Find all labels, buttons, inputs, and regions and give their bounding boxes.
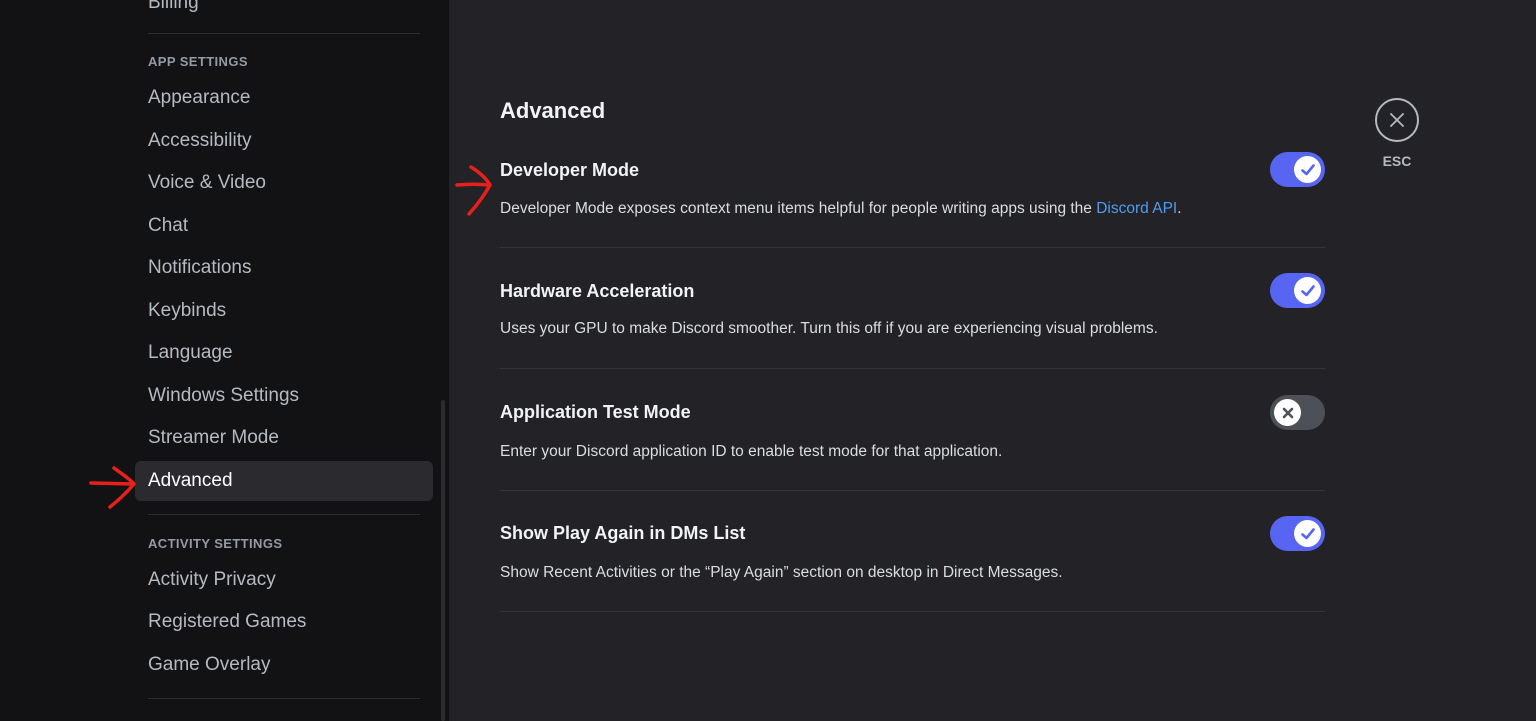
- setting-description: Enter your Discord application ID to ena…: [500, 443, 1003, 460]
- show-play-again-toggle[interactable]: [1270, 516, 1325, 551]
- setting-divider: [500, 490, 1325, 491]
- sidebar-item-label: Billing: [148, 0, 199, 13]
- sidebar-item-registered-games[interactable]: Registered Games: [135, 602, 433, 642]
- description-text: Developer Mode exposes context menu item…: [500, 200, 1097, 217]
- red-arrow-annotation: [455, 165, 492, 216]
- sidebar-item-language[interactable]: Language: [135, 333, 433, 373]
- close-icon: [1390, 113, 1404, 127]
- check-icon: [1294, 277, 1321, 304]
- sidebar-scrollbar[interactable]: [441, 400, 445, 721]
- sidebar-divider: [148, 514, 420, 515]
- setting-divider: [500, 368, 1325, 369]
- sidebar-item-label: Game Overlay: [148, 654, 271, 675]
- sidebar-divider: [148, 33, 420, 34]
- setting-title: Developer Mode: [500, 160, 640, 180]
- sidebar-item-label: Accessibility: [148, 130, 252, 151]
- sidebar-item-label: Chat: [148, 215, 189, 236]
- application-test-mode-toggle[interactable]: [1270, 395, 1325, 430]
- sidebar-item-label: Voice & Video: [148, 172, 266, 193]
- setting-title: Hardware Acceleration: [500, 281, 695, 301]
- app-settings-header: APP SETTINGS: [148, 54, 248, 69]
- setting-application-test-mode: Application Test Mode Enter your Discord…: [500, 395, 1325, 491]
- sidebar-item-label: Keybinds: [148, 300, 227, 321]
- sidebar-item-chat[interactable]: Chat: [135, 206, 433, 246]
- setting-description: Uses your GPU to make Discord smoother. …: [500, 320, 1158, 337]
- settings-sidebar: Billing APP SETTINGS Appearance Accessib…: [0, 0, 449, 721]
- sidebar-item-windows-settings[interactable]: Windows Settings: [135, 376, 433, 416]
- setting-description: Show Recent Activities or the “Play Agai…: [500, 564, 1063, 581]
- setting-title: Show Play Again in DMs List: [500, 523, 746, 543]
- sidebar-item-game-overlay[interactable]: Game Overlay: [135, 645, 433, 685]
- sidebar-item-accessibility[interactable]: Accessibility: [135, 121, 433, 161]
- setting-description: Developer Mode exposes context menu item…: [500, 200, 1182, 218]
- description-text: .: [1177, 200, 1182, 217]
- sidebar-item-label: Advanced: [148, 470, 233, 491]
- setting-hardware-acceleration: Hardware Acceleration Uses your GPU to m…: [500, 273, 1325, 369]
- red-arrow-annotation: [89, 466, 136, 509]
- setting-show-play-again: Show Play Again in DMs List Show Recent …: [500, 516, 1325, 612]
- sidebar-item-label: Notifications: [148, 257, 252, 278]
- sidebar-item-label: Registered Games: [148, 611, 307, 632]
- sidebar-item-billing[interactable]: Billing: [135, 0, 433, 23]
- page-title: Advanced: [500, 98, 606, 123]
- sidebar-item-notifications[interactable]: Notifications: [135, 248, 433, 288]
- activity-settings-header: ACTIVITY SETTINGS: [148, 536, 283, 551]
- sidebar-item-label: Activity Privacy: [148, 569, 276, 590]
- setting-developer-mode: Developer Mode Developer Mode exposes co…: [500, 152, 1325, 248]
- sidebar-divider: [148, 698, 420, 699]
- sidebar-item-activity-privacy[interactable]: Activity Privacy: [135, 560, 433, 600]
- setting-divider: [500, 611, 1325, 612]
- sidebar-item-keybinds[interactable]: Keybinds: [135, 291, 433, 331]
- close-button[interactable]: [1375, 98, 1419, 142]
- setting-title: Application Test Mode: [500, 402, 691, 422]
- developer-mode-toggle[interactable]: [1270, 152, 1325, 187]
- sidebar-item-label: Appearance: [148, 87, 251, 108]
- sidebar-item-label: Language: [148, 342, 233, 363]
- x-icon: [1274, 399, 1301, 426]
- sidebar-item-voice-video[interactable]: Voice & Video: [135, 163, 433, 203]
- hardware-acceleration-toggle[interactable]: [1270, 273, 1325, 308]
- esc-label: ESC: [1382, 153, 1412, 169]
- sidebar-item-label: Windows Settings: [148, 385, 300, 406]
- check-icon: [1294, 520, 1321, 547]
- discord-api-link[interactable]: Discord API: [1096, 200, 1177, 217]
- setting-divider: [500, 247, 1325, 248]
- sidebar-item-label: Streamer Mode: [148, 427, 279, 448]
- sidebar-item-appearance[interactable]: Appearance: [135, 78, 433, 118]
- sidebar-item-advanced[interactable]: Advanced: [135, 461, 433, 501]
- check-icon: [1294, 156, 1321, 183]
- sidebar-item-streamer-mode[interactable]: Streamer Mode: [135, 418, 433, 458]
